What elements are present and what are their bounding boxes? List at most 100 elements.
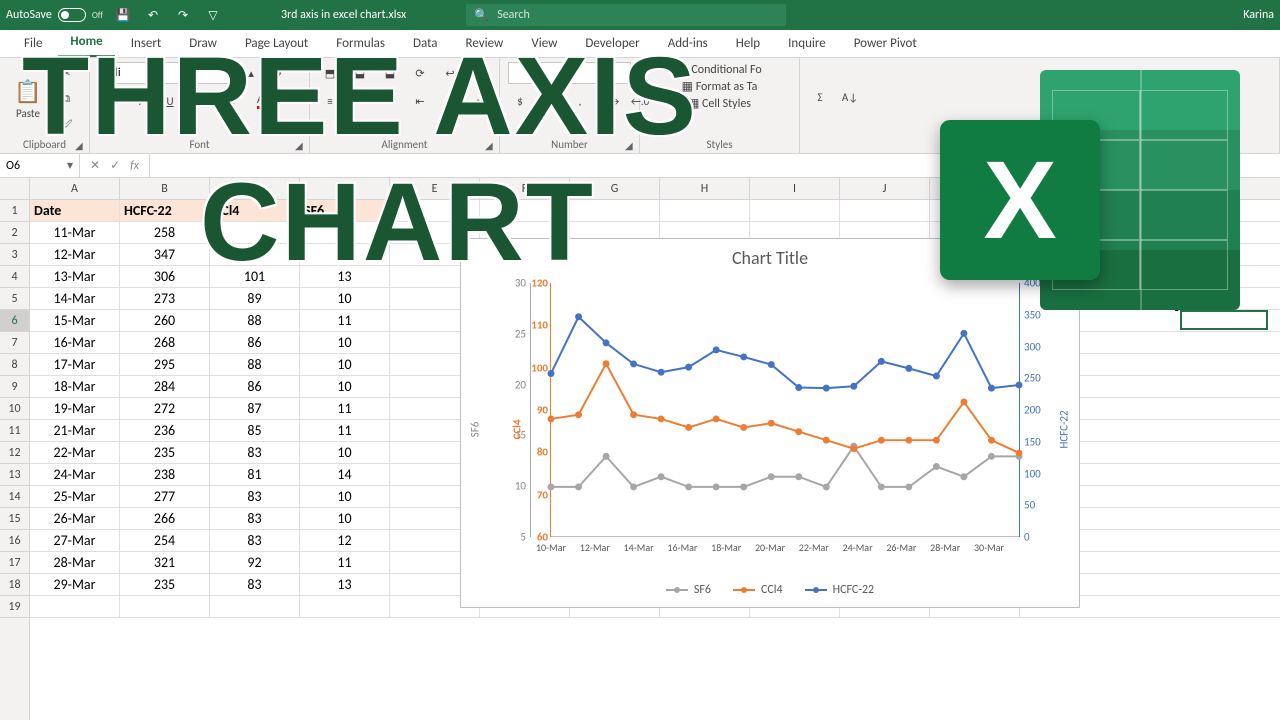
cell[interactable]: 11: [300, 398, 390, 419]
cell[interactable]: 89: [210, 288, 300, 309]
cell[interactable]: 273: [120, 288, 210, 309]
row-header[interactable]: 9: [0, 376, 29, 398]
cell[interactable]: 277: [120, 486, 210, 507]
cell[interactable]: 13: [300, 574, 390, 595]
cell[interactable]: 86: [210, 332, 300, 353]
cell[interactable]: 17-Mar: [30, 354, 120, 375]
cell[interactable]: 87: [210, 398, 300, 419]
cell[interactable]: 12: [300, 530, 390, 551]
cell[interactable]: 18-Mar: [30, 376, 120, 397]
cell[interactable]: 12-Mar: [30, 244, 120, 265]
row-header[interactable]: 4: [0, 266, 29, 288]
cell[interactable]: 284: [120, 376, 210, 397]
autosave-toggle[interactable]: AutoSave Off: [6, 8, 103, 22]
cell[interactable]: 235: [120, 442, 210, 463]
tab-inquire[interactable]: Inquire: [776, 32, 838, 57]
cell[interactable]: HCFC-22: [120, 200, 210, 221]
cell[interactable]: 88: [210, 310, 300, 331]
cell[interactable]: 11: [300, 420, 390, 441]
cell[interactable]: 10: [300, 486, 390, 507]
cell[interactable]: 266: [120, 508, 210, 529]
undo-icon[interactable]: ↶: [145, 8, 161, 23]
search-box[interactable]: 🔍 Search: [466, 4, 786, 26]
cell[interactable]: 10: [300, 288, 390, 309]
cell[interactable]: 83: [210, 530, 300, 551]
cell[interactable]: 85: [210, 420, 300, 441]
cell[interactable]: [750, 200, 840, 221]
row-header[interactable]: 1: [0, 200, 29, 222]
autosave-pill[interactable]: [58, 8, 86, 22]
cell[interactable]: 25-Mar: [30, 486, 120, 507]
row-header[interactable]: 7: [0, 332, 29, 354]
autosum-icon[interactable]: Σ: [808, 86, 832, 108]
cell[interactable]: 15-Mar: [30, 310, 120, 331]
cell[interactable]: 92: [210, 552, 300, 573]
row-header[interactable]: 5: [0, 288, 29, 310]
save-icon[interactable]: 💾: [115, 8, 131, 23]
row-header[interactable]: 13: [0, 464, 29, 486]
row-header[interactable]: 8: [0, 354, 29, 376]
legend-item[interactable]: HCFC-22: [805, 583, 875, 597]
cell[interactable]: 295: [120, 354, 210, 375]
cell[interactable]: [210, 596, 300, 617]
cell[interactable]: 16-Mar: [30, 332, 120, 353]
cell[interactable]: 83: [210, 574, 300, 595]
cell[interactable]: 272: [120, 398, 210, 419]
cell[interactable]: 86: [210, 376, 300, 397]
document-name[interactable]: 3rd axis in excel chart.xlsx: [281, 8, 406, 22]
axis-sf6[interactable]: 51015202530: [501, 283, 531, 537]
tab-help[interactable]: Help: [724, 32, 772, 57]
row-header[interactable]: 15: [0, 508, 29, 530]
column-header[interactable]: J: [840, 178, 930, 199]
cell[interactable]: 10: [300, 442, 390, 463]
cell[interactable]: 21-Mar: [30, 420, 120, 441]
cell[interactable]: 238: [120, 464, 210, 485]
cell[interactable]: 29-Mar: [30, 574, 120, 595]
cell[interactable]: [300, 596, 390, 617]
cell[interactable]: 11-Mar: [30, 222, 120, 243]
column-header[interactable]: I: [750, 178, 840, 199]
row-header[interactable]: 11: [0, 420, 29, 442]
cell[interactable]: 83: [210, 486, 300, 507]
cell[interactable]: 14-Mar: [30, 288, 120, 309]
chevron-down-icon[interactable]: ▾: [67, 158, 73, 173]
cell[interactable]: [660, 200, 750, 221]
cancel-icon[interactable]: ✕: [90, 158, 100, 173]
cell[interactable]: 19-Mar: [30, 398, 120, 419]
row-header[interactable]: 19: [0, 596, 29, 618]
cell[interactable]: 22-Mar: [30, 442, 120, 463]
axis-ccl4[interactable]: 60708090100110120: [529, 283, 551, 537]
legend-item[interactable]: CCl4: [733, 583, 783, 597]
sort-filter-icon[interactable]: A↓: [838, 86, 862, 108]
cell[interactable]: 258: [120, 222, 210, 243]
cell[interactable]: 347: [120, 244, 210, 265]
cell[interactable]: 10: [300, 354, 390, 375]
cell[interactable]: 10: [300, 376, 390, 397]
column-header[interactable]: A: [30, 178, 120, 199]
chart-legend[interactable]: SF6 CCl4 HCFC-22: [461, 583, 1079, 597]
row-header[interactable]: 2: [0, 222, 29, 244]
enter-icon[interactable]: ✓: [110, 158, 120, 173]
cell[interactable]: 26-Mar: [30, 508, 120, 529]
cell[interactable]: 10: [300, 508, 390, 529]
cell[interactable]: 24-Mar: [30, 464, 120, 485]
row-header[interactable]: 16: [0, 530, 29, 552]
cell[interactable]: 268: [120, 332, 210, 353]
cell[interactable]: 11: [300, 552, 390, 573]
redo-icon[interactable]: ↷: [175, 8, 191, 23]
column-header[interactable]: B: [120, 178, 210, 199]
cell[interactable]: 11: [300, 310, 390, 331]
user-name[interactable]: Karina: [1243, 8, 1274, 22]
row-header[interactable]: 10: [0, 398, 29, 420]
row-header[interactable]: 17: [0, 552, 29, 574]
cell[interactable]: 81: [210, 464, 300, 485]
cell[interactable]: 14: [300, 464, 390, 485]
cell[interactable]: [120, 596, 210, 617]
cell[interactable]: 88: [210, 354, 300, 375]
filter-icon[interactable]: ▽: [205, 8, 221, 23]
cell[interactable]: Date: [30, 200, 120, 221]
cell[interactable]: [30, 596, 120, 617]
fx-icon[interactable]: fx: [130, 159, 139, 173]
cell[interactable]: 260: [120, 310, 210, 331]
row-header[interactable]: 3: [0, 244, 29, 266]
